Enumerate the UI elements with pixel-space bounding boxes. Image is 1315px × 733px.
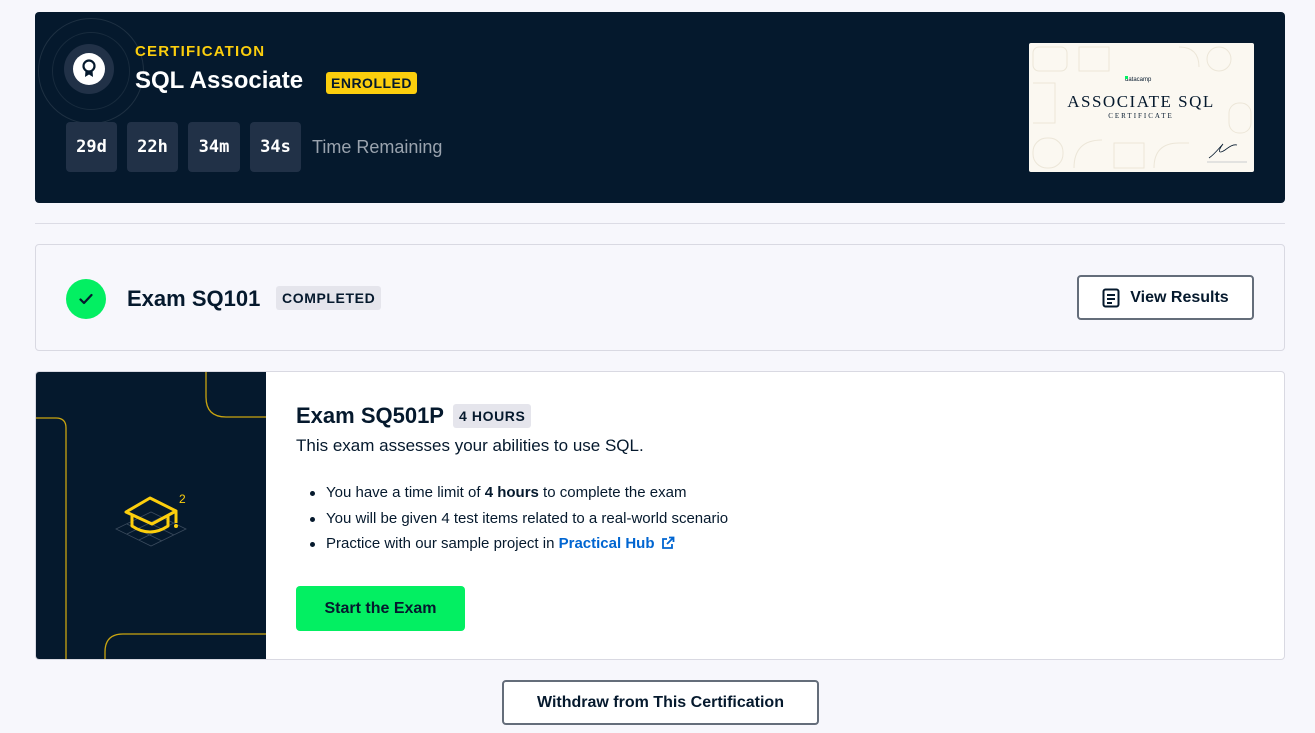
withdraw-certification-button[interactable]: Withdraw from This Certification	[502, 680, 819, 725]
start-exam-button[interactable]: Start the Exam	[296, 586, 465, 631]
certification-title: SQL Associate	[135, 67, 304, 94]
list-item: You have a time limit of 4 hours to comp…	[309, 484, 728, 510]
exam-illustration: 2	[36, 372, 266, 659]
timer-hours: 22h	[127, 122, 178, 172]
list-item: Practice with our sample project in Prac…	[309, 535, 728, 561]
illustration-superscript: 2	[179, 492, 186, 506]
completed-status-badge: COMPLETED	[276, 286, 382, 310]
view-results-label: View Results	[1130, 288, 1229, 306]
exam-next-title: Exam SQ501P	[296, 403, 444, 428]
enrolled-badge: ENROLLED	[326, 72, 417, 94]
timer-label: Time Remaining	[312, 136, 443, 157]
certification-banner: CERTIFICATION SQL Associate ENROLLED 29d…	[35, 12, 1285, 203]
timer-seconds: 34s	[250, 122, 301, 172]
certificate-brand: datacamp	[1125, 77, 1152, 83]
exam-next-card: 2 Exam SQ501P 4 HOURS This exam assesses…	[35, 371, 1285, 660]
timer-minutes: 34m	[188, 122, 240, 172]
certification-badge	[64, 44, 114, 94]
exam-next-description: This exam assesses your abilities to use…	[296, 436, 644, 455]
exam-info-list: You have a time limit of 4 hours to comp…	[309, 484, 728, 561]
document-icon	[1102, 288, 1120, 307]
checkmark-icon	[79, 293, 93, 305]
external-link-icon	[661, 536, 675, 549]
graduation-cap-icon	[124, 496, 178, 534]
countdown-timer: 29d 22h 34m 34s Time Remaining	[66, 122, 442, 172]
timer-days: 29d	[66, 122, 117, 172]
practical-hub-link[interactable]: Practical Hub	[559, 535, 675, 552]
exam-completed-card: Exam SQ101 COMPLETED View Results	[35, 244, 1285, 351]
completed-check-badge	[66, 279, 106, 319]
exam-illustration-art: 2	[36, 372, 266, 659]
duration-badge: 4 HOURS	[453, 404, 532, 428]
certificate-subtitle: CERTIFICATE	[1108, 112, 1174, 120]
certification-kicker: CERTIFICATION	[135, 43, 266, 60]
award-ribbon-icon	[82, 59, 96, 77]
view-results-button[interactable]: View Results	[1077, 275, 1254, 320]
section-divider	[35, 223, 1285, 224]
certificate-title: ASSOCIATE SQL	[1067, 92, 1215, 111]
time-limit-value: 4 hours	[484, 484, 539, 501]
certificate-preview-art: datacamp ASSOCIATE SQL CERTIFICATE	[1032, 46, 1252, 169]
exam-completed-title: Exam SQ101	[127, 286, 261, 311]
certificate-preview: datacamp ASSOCIATE SQL CERTIFICATE	[1029, 43, 1254, 172]
list-item: You will be given 4 test items related t…	[309, 510, 728, 536]
